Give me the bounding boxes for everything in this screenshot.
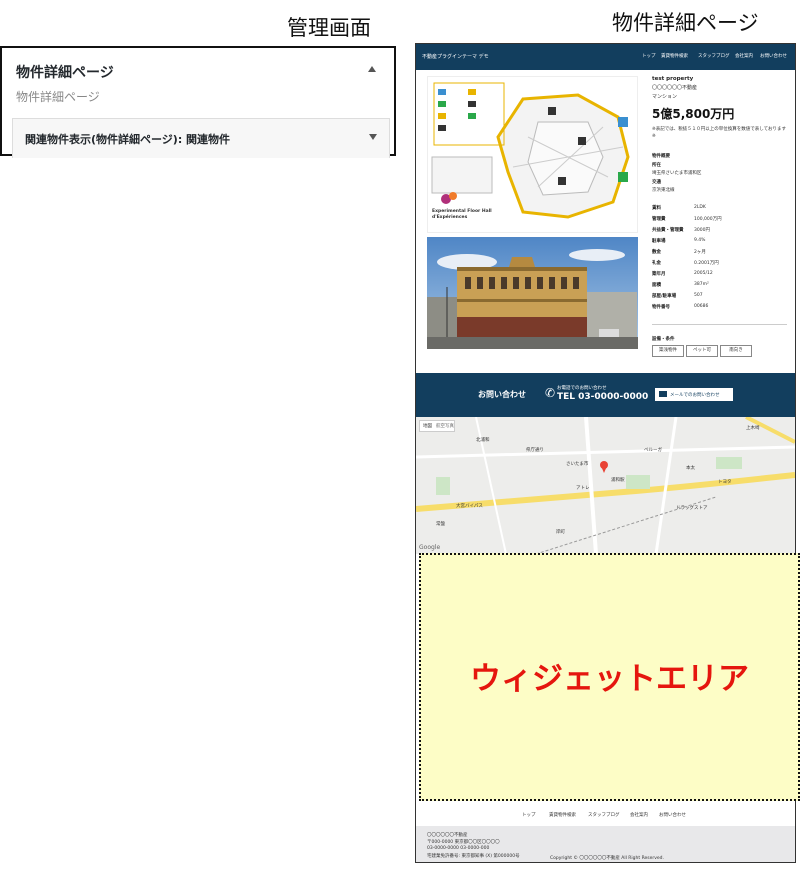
footer-tel: 03-0000-0000 03-0000-000 [427,846,490,851]
site-logo[interactable]: 不動産プラグインテーマ デモ [422,53,489,60]
contact-label: お問い合わせ [478,390,526,399]
traffic-value: 京浜東北線 [652,188,675,193]
spec-value: 9.4% [694,238,706,243]
location-value: 埼玉県さいたま市浦和区 [652,171,702,176]
phone-number[interactable]: TEL 03-0000-0000 [557,392,648,402]
mail-button[interactable]: メールでのお問い合わせ [655,388,733,401]
image-caption: Experimental Floor Hall d'Expériences [432,209,492,220]
map-type-toggle: 地図 航空写真 [419,420,455,432]
spec-value: 00686 [694,304,709,309]
dropdown-label: 関連物件表示(物件詳細ページ): 関連物件 [25,133,231,146]
widget-area: ウィジェットエリア [419,553,800,801]
mail-icon [659,391,667,397]
divider [652,324,787,325]
property-type: マンション [652,94,678,100]
footer-company: 〇〇〇〇〇〇不動産 [427,833,468,838]
site-header: 不動産プラグインテーマ デモ トップ 賃貸物件検索 スタッフブログ 会社案内 お… [416,44,795,70]
footer-copyright: Copyright © 〇〇〇〇〇〇不動産 All Right Reserved… [550,856,664,861]
tab-satellite[interactable]: 航空写真 [436,423,454,429]
footer-nav: トップ 賃貸物件検索 スタッフブログ 会社案内 お問い合わせ [416,804,795,826]
facility-tag: 築浅物件 [652,345,684,357]
map-place: 大宮バイパス [456,504,483,509]
footer-nav-blog[interactable]: スタッフブログ [588,812,620,818]
nav-search[interactable]: 賃貸物件検索 [661,53,688,59]
property-company: 〇〇〇〇〇〇不動産 [652,85,698,91]
map-place: 岸町 [556,530,565,535]
chevron-down-icon[interactable] [369,134,377,140]
overview-label: 物件概要 [652,154,670,159]
map-place: 北浦和 [476,438,490,443]
detail-caption: 物件詳細ページ [612,11,759,35]
tab-map[interactable]: 地図 [423,423,432,429]
contact-band: お問い合わせ ✆ お電話でのお問い合わせ TEL 03-0000-0000 メー… [416,373,795,417]
spec-label: 礼金 [652,261,661,266]
map-place: 県庁通り [526,448,544,453]
map-place: ベルーガ [644,448,662,453]
map-place: 浦和駅 [611,478,625,483]
facility-tag: 南向き [720,345,752,357]
spec-value: 3000円 [694,228,710,233]
nav-top[interactable]: トップ [642,53,656,59]
google-logo: Google [419,544,441,551]
location-label: 所在 [652,163,661,168]
phone-caption: お電話でのお問い合わせ [557,386,607,391]
map-place: 上木崎 [746,426,760,431]
building-photo [427,237,638,349]
facilities-label: 設備・条件 [652,337,675,342]
spec-label: 管理費 [652,217,666,222]
footer-address: 〒000-0000 東京都〇〇区〇〇〇〇 [427,840,500,845]
spec-value: 2ヶ月 [694,250,706,255]
map-place: 本太 [686,466,695,471]
spec-label: 共益費・管理費 [652,228,684,233]
spec-value: 507 [694,293,703,298]
footer-license: 宅建業免許番号: 東京都知事 (X) 第000000号 [427,854,520,859]
panel-title: 物件詳細ページ [16,65,114,81]
spec-label: 賃料 [652,206,661,211]
spec-value: 2LDK [694,205,706,210]
phone-icon: ✆ [545,386,556,400]
floor-plan-image: Experimental Floor Hall d'Expériences [427,76,638,233]
spec-label: 敷金 [652,250,661,255]
google-map[interactable]: 地図 航空写真 浦和駅 ベルーガ さいたま市 県庁通り アトレ 本太 北浦和 大… [416,417,795,554]
map-place: アトレ [576,486,590,491]
property-price: 5億5,800万円 [652,107,735,121]
spec-value: 0.2001万円 [694,261,719,266]
spec-value: 387m² [694,282,709,287]
nav-company[interactable]: 会社案内 [735,53,753,59]
map-place: トヨタ [718,480,732,485]
map-place: さいたま市 [566,462,589,467]
site-footer: 〇〇〇〇〇〇不動産 〒000-0000 東京都〇〇区〇〇〇〇 03-0000-0… [416,826,795,862]
footer-nav-company[interactable]: 会社案内 [630,812,648,818]
facility-tag: ペット可 [686,345,718,357]
admin-caption: 管理画面 [287,16,371,40]
admin-panel: 物件詳細ページ 物件詳細ページ 関連物件表示(物件詳細ページ): 関連物件 [0,46,396,158]
spec-value: 2005/12 [694,271,713,276]
spec-label: 面積 [652,283,661,288]
property-name: test property [652,76,694,82]
collapse-arrow-icon[interactable] [368,66,376,72]
footer-nav-top[interactable]: トップ [522,812,536,818]
spec-value: 100,000万円 [694,217,722,222]
spec-label: 物件番号 [652,305,670,310]
spec-label: 駐車場 [652,239,666,244]
nav-blog[interactable]: スタッフブログ [698,53,730,59]
mail-button-label: メールでのお問い合わせ [670,393,720,398]
traffic-label: 交通 [652,180,661,185]
related-property-dropdown[interactable]: 関連物件表示(物件詳細ページ): 関連物件 [12,118,390,158]
widget-area-label: ウィジェットエリア [470,661,749,697]
nav-contact[interactable]: お問い合わせ [760,53,787,59]
map-place: 常盤 [436,522,445,527]
price-note: ※表記では、税抜５１０円以上の単位換算を数値で表しております※ [652,127,786,139]
map-place: ドラッグストア [676,506,708,511]
spec-label: 部屋/駐車場 [652,294,677,299]
spec-label: 築年月 [652,272,666,277]
panel-subtitle: 物件詳細ページ [16,90,100,104]
footer-nav-search[interactable]: 賃貸物件検索 [549,812,576,818]
footer-nav-contact[interactable]: お問い合わせ [659,812,686,818]
